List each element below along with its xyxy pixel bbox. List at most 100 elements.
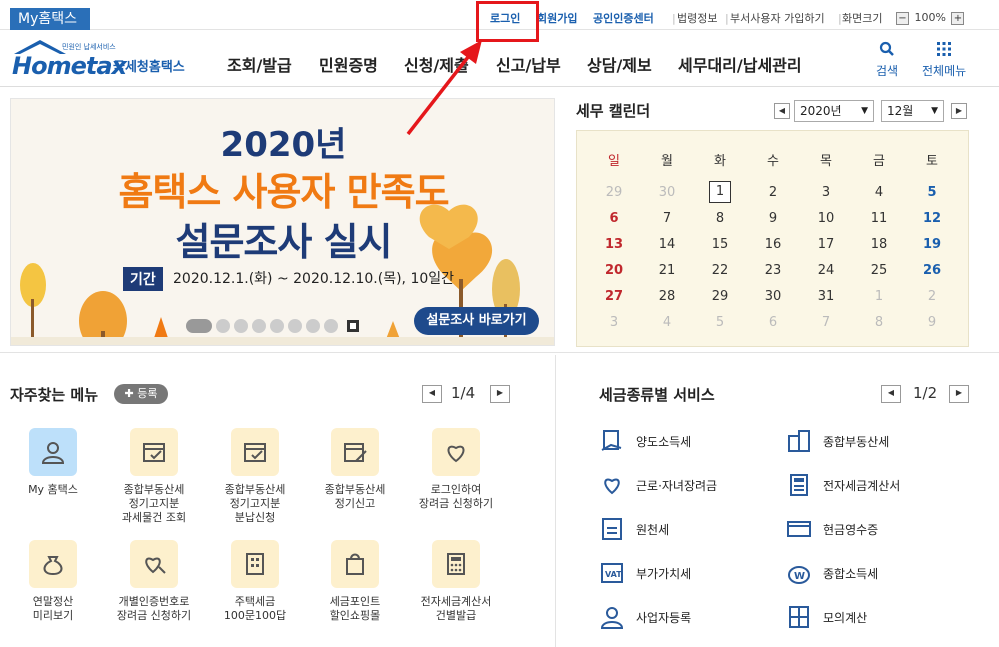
quick-menu-item[interactable]: 종합부동산세 정기신고 (305, 428, 405, 511)
calendar-day[interactable]: 4 (859, 185, 899, 200)
nav-tax-agent[interactable]: 세무대리/납세관리 (678, 52, 802, 76)
tax-service-link[interactable]: 양도소득세 (636, 433, 691, 450)
carousel-dot[interactable] (234, 318, 248, 333)
nav-inquiry-issue[interactable]: 조회/발급 (227, 52, 292, 76)
search-icon (879, 41, 894, 56)
calendar-day[interactable]: 15 (700, 237, 740, 252)
my-hometax-tab[interactable]: My홈택스 (10, 8, 90, 30)
quick-menu-item[interactable]: 전자세금계산서 건별발급 (406, 540, 506, 623)
calendar-day[interactable]: 20 (594, 263, 634, 278)
calendar-day[interactable]: 13 (594, 237, 634, 252)
carousel-dot[interactable] (216, 318, 230, 333)
all-menu-button[interactable]: 전체메뉴 (922, 41, 966, 79)
carousel-dot[interactable] (288, 318, 302, 333)
calendar-day[interactable]: 8 (859, 315, 899, 330)
calendar-day[interactable]: 30 (647, 185, 687, 200)
calendar-prev-button[interactable]: ◀ (774, 103, 790, 119)
calendar-day[interactable]: 22 (700, 263, 740, 278)
calendar-weekday: 화 (714, 154, 726, 169)
calendar-day[interactable]: 7 (647, 211, 687, 226)
calendar-year-select[interactable]: 2020년 ▼ (794, 100, 874, 122)
tax-service-link[interactable]: 부가가치세 (636, 565, 691, 582)
calendar-day[interactable]: 6 (753, 315, 793, 330)
tax-service-link[interactable]: 모의계산 (823, 609, 867, 626)
quick-menu-label: My 홈택스 (28, 483, 78, 496)
tax-services-prev-button[interactable]: ◀ (881, 385, 901, 403)
calendar-day[interactable]: 1 (859, 289, 899, 304)
carousel-dot[interactable] (306, 318, 320, 333)
calendar-day[interactable]: 16 (753, 237, 793, 252)
quick-menu-add-button[interactable]: ✚ 등록 (114, 384, 168, 404)
carousel-dot[interactable] (324, 318, 338, 333)
survey-go-button[interactable]: 설문조사 바로가기 (414, 307, 539, 335)
carousel-pause-icon[interactable] (347, 319, 360, 332)
calendar-day[interactable]: 9 (753, 211, 793, 226)
calendar-day[interactable]: 30 (753, 289, 793, 304)
calendar-day[interactable]: 2 (912, 289, 952, 304)
tax-services-next-button[interactable]: ▶ (949, 385, 969, 403)
calendar-day[interactable]: 19 (912, 237, 952, 252)
law-info-link[interactable]: 법령정보 (677, 12, 717, 26)
calendar-day[interactable]: 12 (912, 211, 952, 226)
calendar-day[interactable]: 2 (753, 185, 793, 200)
nav-report-pay[interactable]: 신고/납부 (496, 52, 561, 76)
calendar-day[interactable]: 21 (647, 263, 687, 278)
calendar-day[interactable]: 10 (806, 211, 846, 226)
quick-menu-item[interactable]: 연말정산 미리보기 (3, 540, 103, 623)
signup-link[interactable]: 회원가입 (537, 12, 577, 26)
calendar-day[interactable]: 14 (647, 237, 687, 252)
calendar-day[interactable]: 3 (594, 315, 634, 330)
quick-menu-prev-button[interactable]: ◀ (422, 385, 442, 403)
calendar-day[interactable]: 17 (806, 237, 846, 252)
zoom-out-button[interactable]: − (896, 11, 909, 25)
tax-service-link[interactable]: 사업자등록 (636, 609, 691, 626)
certificate-center-link[interactable]: 공인인증센터 (593, 12, 654, 26)
nav-consult-report[interactable]: 상담/제보 (587, 52, 652, 76)
tax-service-link[interactable]: 종합소득세 (823, 565, 878, 582)
tax-service-link[interactable]: 현금영수증 (823, 521, 878, 538)
calendar-day[interactable]: 5 (912, 185, 952, 200)
calendar-day[interactable]: 27 (594, 289, 634, 304)
calendar-day[interactable]: 1 (709, 181, 731, 203)
quick-menu-next-button[interactable]: ▶ (490, 385, 510, 403)
quick-menu-item[interactable]: 주택세금 100문100답 (205, 540, 305, 623)
calendar-month-select[interactable]: 12월 ▼ (881, 100, 944, 122)
search-button[interactable]: 검색 (876, 41, 898, 79)
quick-menu-item[interactable]: 종합부동산세 정기고지분 분납신청 (205, 428, 305, 525)
calendar-day[interactable]: 29 (700, 289, 740, 304)
calendar-day[interactable]: 26 (912, 263, 952, 278)
calendar-day[interactable]: 23 (753, 263, 793, 278)
calendar-day[interactable]: 7 (806, 315, 846, 330)
nav-civil-certificate[interactable]: 민원증명 (319, 52, 378, 76)
calendar-day[interactable]: 6 (594, 211, 634, 226)
calendar-day[interactable]: 25 (859, 263, 899, 278)
calendar-day[interactable]: 3 (806, 185, 846, 200)
calendar-next-button[interactable]: ▶ (951, 103, 967, 119)
zoom-in-button[interactable]: + (951, 11, 965, 25)
calendar-day[interactable]: 11 (859, 211, 899, 226)
department-user-signup-link[interactable]: 부서사용자 가입하기 (730, 12, 825, 26)
calendar-day[interactable]: 18 (859, 237, 899, 252)
calendar-day[interactable]: 31 (806, 289, 846, 304)
quick-menu-item[interactable]: My 홈택스 (3, 428, 103, 497)
quick-menu-item[interactable]: 종합부동산세 정기고지분 과세물건 조회 (104, 428, 204, 525)
tax-service-link[interactable]: 원천세 (636, 521, 669, 538)
carousel-dot[interactable] (186, 318, 212, 333)
calendar-day[interactable]: 4 (647, 315, 687, 330)
carousel-dot[interactable] (270, 318, 284, 333)
quick-menu-item[interactable]: 세금포인트 할인쇼핑몰 (305, 540, 405, 623)
calendar-day[interactable]: 5 (700, 315, 740, 330)
calculator-icon (786, 472, 812, 498)
calendar-day[interactable]: 24 (806, 263, 846, 278)
quick-menu-item[interactable]: 개별인증번호로 장려금 신청하기 (104, 540, 204, 623)
tax-service-link[interactable]: 근로·자녀장려금 (636, 477, 717, 494)
calendar-day[interactable]: 29 (594, 185, 634, 200)
calendar-day[interactable]: 28 (647, 289, 687, 304)
tax-service-link[interactable]: 종합부동산세 (823, 433, 889, 450)
tax-service-link[interactable]: 전자세금계산서 (823, 477, 900, 494)
quick-menu-item[interactable]: 로그인하여 장려금 신청하기 (406, 428, 506, 511)
calendar-day[interactable]: 8 (700, 211, 740, 226)
carousel-dot[interactable] (252, 318, 266, 333)
hometax-logo[interactable]: 민원인 납세서비스 Hometax 국세청홈택스 (10, 38, 195, 80)
calendar-day[interactable]: 9 (912, 315, 952, 330)
